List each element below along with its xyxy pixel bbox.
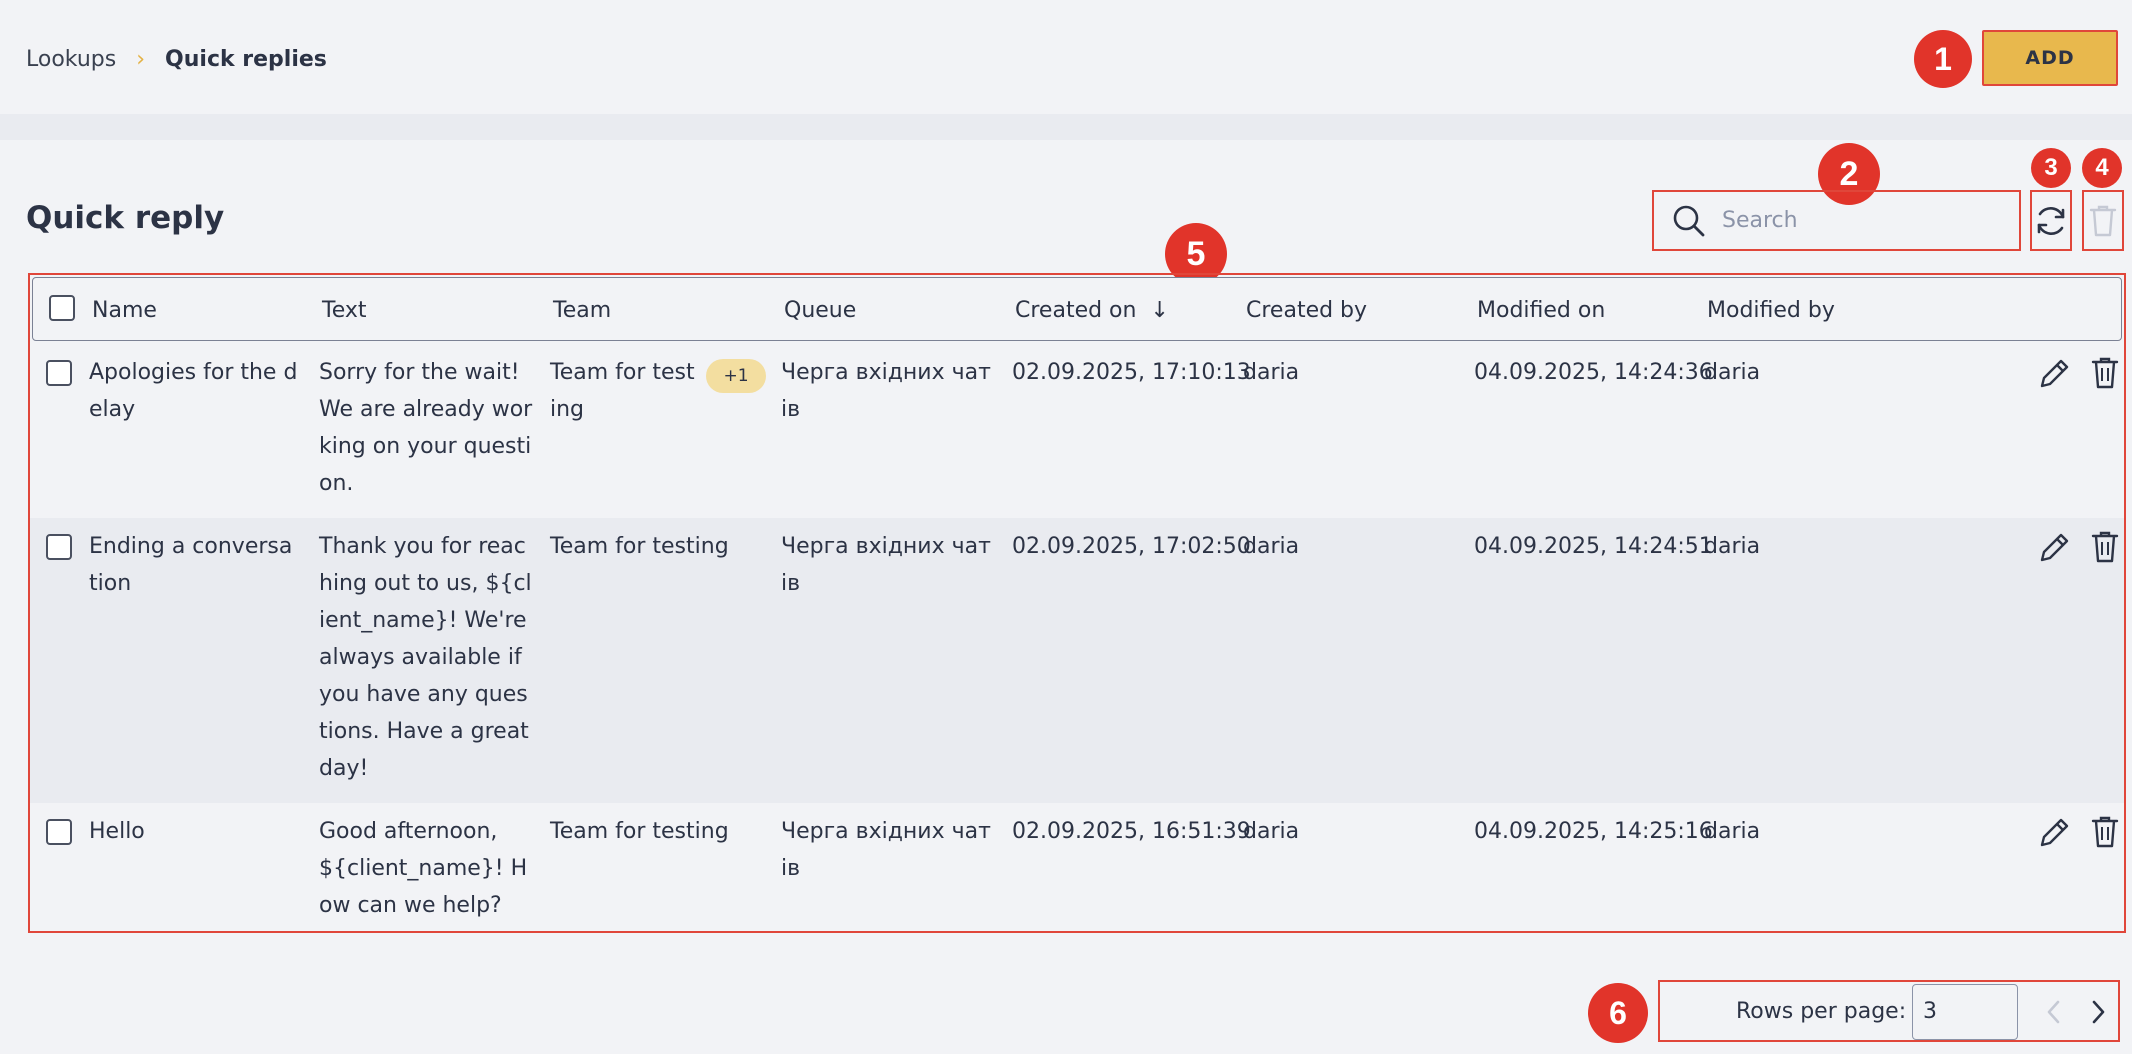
cell-created-on: 02.09.2025, 17:02:50 [1012, 534, 1251, 559]
breadcrumb-current: Quick replies [165, 46, 327, 72]
page-header: Lookups › Quick replies 1 ADD [0, 0, 2132, 114]
edit-icon[interactable] [2038, 530, 2072, 564]
delete-selected-button[interactable] [2082, 190, 2124, 251]
select-all-checkbox[interactable] [49, 295, 75, 321]
cell-created-on: 02.09.2025, 17:10:13 [1012, 360, 1251, 385]
cell-modified-by: daria [1704, 534, 1761, 559]
sort-down-icon: ↓ [1150, 298, 1169, 323]
delete-icon[interactable] [2090, 356, 2120, 390]
cell-created-by: daria [1243, 819, 1300, 844]
header-queue[interactable]: Queue [784, 298, 856, 323]
cell-name: Ending a conversation [89, 534, 293, 596]
refresh-icon [2037, 206, 2065, 235]
chevron-left-icon[interactable] [2044, 998, 2064, 1026]
cell-text: Thank you for reaching out to us, ${clie… [319, 534, 532, 781]
quick-replies-table: Name Text Team Queue Created on ↓ Create… [28, 273, 2126, 933]
header-name[interactable]: Name [92, 298, 157, 323]
rows-per-page-label: Rows per page: [1736, 999, 1907, 1024]
header-modified-on[interactable]: Modified on [1477, 298, 1605, 323]
cell-text: Sorry for the wait! We are already worki… [319, 360, 533, 496]
cell-team: Team for testing [550, 360, 695, 422]
cell-queue: Черга вхідних чатів [781, 534, 991, 596]
marker-1: 1 [1914, 30, 1972, 88]
header-created-on-label: Created on [1015, 298, 1137, 323]
table-row[interactable]: Apologies for the delay Sorry for the wa… [30, 344, 2124, 518]
breadcrumb: Lookups › Quick replies [26, 44, 327, 74]
row-checkbox[interactable] [46, 360, 72, 386]
cell-modified-on: 04.09.2025, 14:25:16 [1474, 819, 1713, 844]
add-button[interactable]: ADD [1982, 30, 2118, 86]
header-created-by[interactable]: Created by [1246, 298, 1367, 323]
cell-created-by: daria [1243, 534, 1300, 559]
rows-per-page-select[interactable]: 3 [1912, 984, 2018, 1040]
edit-icon[interactable] [2038, 815, 2072, 849]
cell-modified-by: daria [1704, 819, 1761, 844]
main-panel: Quick reply 2 3 4 5 Name Text Team [0, 140, 2132, 1054]
cell-queue: Черга вхідних чатів [781, 819, 991, 881]
chevron-right-icon[interactable] [2088, 998, 2108, 1026]
cell-created-on: 02.09.2025, 16:51:39 [1012, 819, 1251, 844]
team-count-badge[interactable]: +1 [706, 359, 766, 393]
cell-modified-by: daria [1704, 360, 1761, 385]
header-team[interactable]: Team [553, 298, 611, 323]
cell-modified-on: 04.09.2025, 14:24:51 [1474, 534, 1713, 559]
delete-icon[interactable] [2090, 530, 2120, 564]
row-checkbox[interactable] [46, 534, 72, 560]
page-title: Quick reply [26, 200, 225, 236]
header-modified-by[interactable]: Modified by [1707, 298, 1835, 323]
search-input[interactable] [1722, 208, 2002, 233]
cell-modified-on: 04.09.2025, 14:24:36 [1474, 360, 1713, 385]
breadcrumb-lookups-link[interactable]: Lookups [26, 47, 116, 72]
marker-6: 6 [1588, 983, 1648, 1043]
cell-team: Team for testing [550, 534, 729, 559]
edit-icon[interactable] [2038, 356, 2072, 390]
header-text[interactable]: Text [322, 298, 367, 323]
cell-team: Team for testing [550, 819, 729, 844]
cell-text: Good afternoon, ${client_name}! How can … [319, 819, 528, 918]
row-checkbox[interactable] [46, 819, 72, 845]
delete-icon[interactable] [2090, 815, 2120, 849]
table-row[interactable]: Ending a conversation Thank you for reac… [30, 518, 2124, 803]
table-row[interactable]: Hello Good afternoon, ${client_name}! Ho… [30, 803, 2124, 931]
cell-queue: Черга вхідних чатів [781, 360, 991, 422]
cell-name: Apologies for the delay [89, 360, 298, 422]
refresh-button[interactable] [2030, 190, 2072, 251]
search-icon [1673, 205, 1705, 236]
marker-4: 4 [2082, 148, 2122, 188]
pagination: Rows per page: 3 [1658, 980, 2120, 1042]
search-box[interactable] [1652, 190, 2021, 251]
header-created-on[interactable]: Created on ↓ [1015, 298, 1169, 323]
marker-3: 3 [2031, 148, 2071, 188]
trash-icon [2089, 205, 2117, 236]
cell-name: Hello [89, 819, 145, 844]
cell-created-by: daria [1243, 360, 1300, 385]
chevron-right-icon: › [136, 46, 146, 72]
table-header: Name Text Team Queue Created on ↓ Create… [32, 277, 2122, 341]
